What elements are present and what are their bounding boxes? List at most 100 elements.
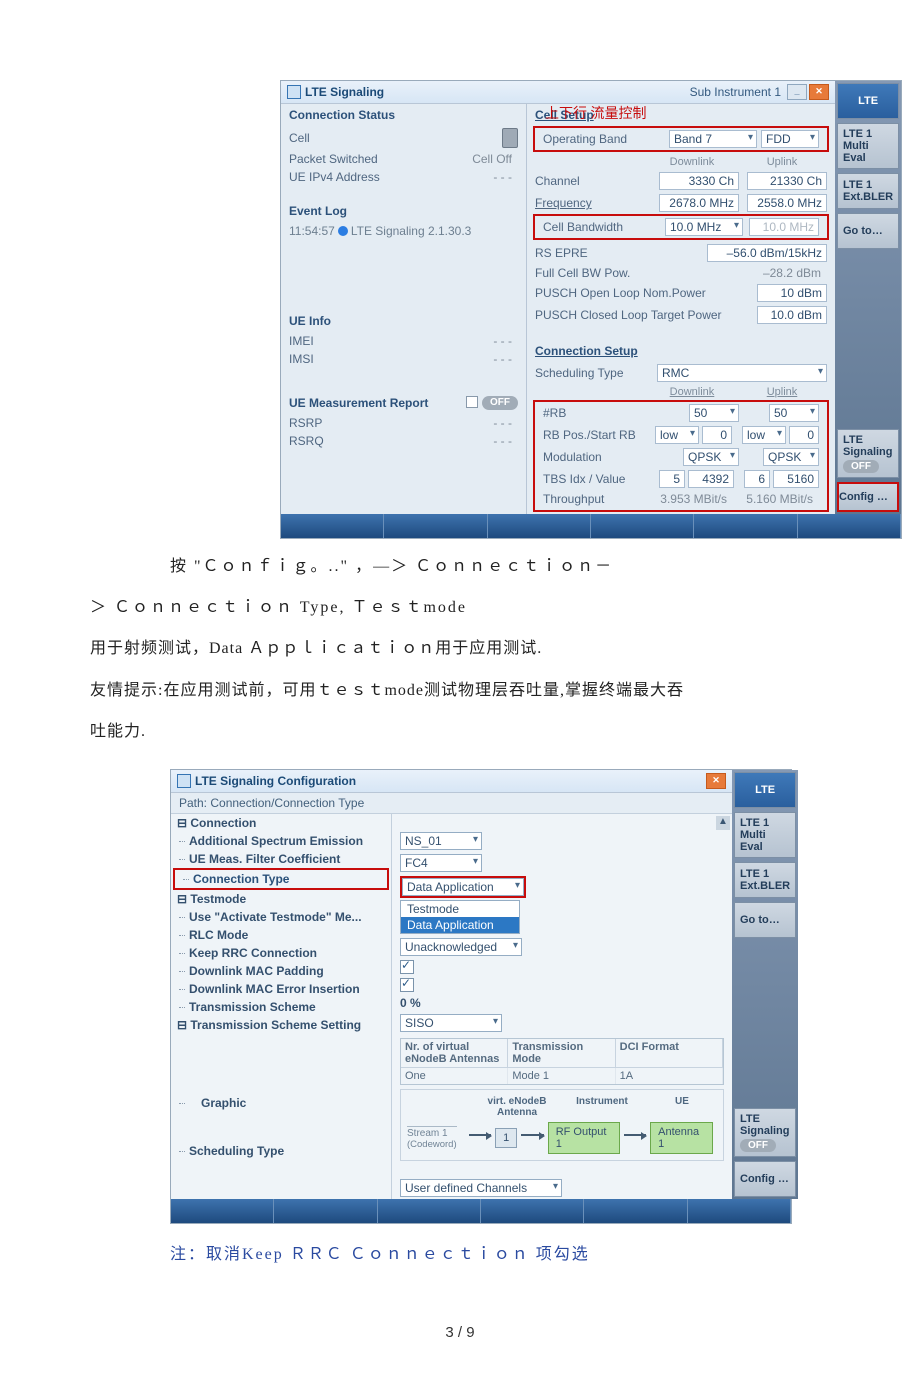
cfg-softkey-multi-eval[interactable]: LTE 1Multi Eval — [734, 812, 796, 858]
tp-ul: 5.160 MBit/s — [733, 492, 819, 506]
tree-testmode[interactable]: ⊟ Testmode — [171, 890, 391, 908]
frequency-label: Frequency — [535, 196, 659, 210]
tree-use-activate[interactable]: Use "Activate Testmode" Me... — [171, 908, 391, 926]
signaling-off-pill: OFF — [843, 460, 879, 473]
cfg-softkey-config-button[interactable]: Config … — [734, 1161, 796, 1197]
rbpos-dl-n: 0 — [702, 426, 732, 444]
dl-mac-padding-checkbox[interactable] — [400, 978, 414, 992]
tree-trans-scheme[interactable]: Transmission Scheme — [171, 998, 391, 1016]
highlight-operating-band: Operating Band Band 7 FDD — [533, 126, 829, 152]
th-dci: DCI Format — [616, 1039, 723, 1067]
config-tree[interactable]: ⊟ Connection Additional Spectrum Emissio… — [171, 814, 392, 1199]
trans-scheme-select[interactable]: SISO — [400, 1014, 502, 1032]
connection-type-dropdown-open[interactable]: Testmode Data Application — [400, 900, 520, 934]
pusch-ol-value[interactable]: 10 dBm — [757, 284, 827, 302]
uemf-select[interactable]: FC4 — [400, 854, 482, 872]
pusch-cl-value[interactable]: 10.0 dBm — [757, 306, 827, 324]
rlc-select[interactable]: Unacknowledged — [400, 938, 522, 956]
tree-connection[interactable]: ⊟ Connection — [171, 814, 391, 832]
rbpos-dl-select[interactable]: low — [655, 426, 699, 444]
tree-trans-scheme-setting[interactable]: ⊟ Transmission Scheme Setting — [171, 1016, 391, 1034]
tree-keep-rrc[interactable]: Keep RRC Connection — [171, 944, 391, 962]
option-testmode[interactable]: Testmode — [401, 901, 519, 917]
tbs-ul-idx[interactable]: 6 — [744, 470, 770, 488]
softkey-goto[interactable]: Go to… — [837, 213, 899, 249]
frequency-dl[interactable]: 2678.0 MHz — [659, 194, 739, 212]
annotation-flow-control: 上下行 流量控制 — [545, 103, 647, 123]
app-icon — [287, 85, 301, 99]
th-antennas: Nr. of virtual eNodeB Antennas — [401, 1039, 508, 1067]
instruction-line-3: 用于射频测试，Data Ａｐｐｌｉｃａｔｉｏｎ用于应用测试. — [90, 635, 830, 662]
rsrq-row: RSRQ- - - — [281, 432, 526, 450]
min-button[interactable]: _ — [787, 84, 807, 100]
tree-graphic[interactable]: Graphic — [171, 1094, 391, 1112]
tbs-dl-val: 4392 — [688, 470, 734, 488]
operating-band-select[interactable]: Band 7 — [669, 130, 757, 148]
cfg-softkey-signaling[interactable]: LTESignalingOFF — [734, 1108, 796, 1157]
ase-select[interactable]: NS_01 — [400, 832, 482, 850]
rsrp-label: RSRP — [289, 416, 493, 430]
rb-dl-select[interactable]: 50 — [689, 404, 739, 422]
softkey-config-button[interactable]: Config … — [837, 482, 899, 512]
mod-dl-select[interactable]: QPSK — [683, 448, 739, 466]
node-one: 1 — [495, 1128, 517, 1148]
cfg-titlebar: LTE Signaling Configuration ✕ — [171, 770, 732, 793]
tp-label: Throughput — [543, 492, 647, 506]
mod-label: Modulation — [543, 450, 683, 464]
close-button[interactable]: ✕ — [809, 84, 829, 100]
t-tss: Transmission Scheme Setting — [190, 1018, 361, 1032]
scheduling-type-cfg-select[interactable]: User defined Channels — [400, 1179, 562, 1197]
stream-label: Stream 1(Codeword) — [407, 1126, 457, 1150]
tree-connection-type[interactable]: Connection Type — [175, 870, 387, 888]
bottom-bar — [281, 514, 901, 538]
keep-rrc-checkbox[interactable] — [400, 960, 414, 974]
cfg-softkey-goto[interactable]: Go to… — [734, 902, 796, 938]
tree-dl-mac-padding[interactable]: Downlink MAC Padding — [171, 962, 391, 980]
device-icon — [502, 128, 518, 148]
packet-switched-row: Packet Switched Cell Off — [281, 150, 526, 168]
downlink-col-label: Downlink — [647, 156, 737, 168]
mod-ul-select[interactable]: QPSK — [763, 448, 819, 466]
option-data-application[interactable]: Data Application — [401, 917, 519, 933]
tree-uemf[interactable]: UE Meas. Filter Coefficient — [171, 850, 391, 868]
dl-mac-error-value[interactable]: 0 % — [400, 996, 421, 1010]
tree-dl-mac-error[interactable]: Downlink MAC Error Insertion — [171, 980, 391, 998]
rbpos-ul-select[interactable]: low — [742, 426, 786, 444]
channel-dl[interactable]: 3330 Ch — [659, 172, 739, 190]
scheduling-type-select[interactable]: RMC — [657, 364, 827, 382]
rsepre-value[interactable]: –56.0 dBm/15kHz — [707, 244, 827, 262]
log-text: LTE Signaling 2.1.30.3 — [351, 224, 472, 238]
scroll-up-icon[interactable]: ▲ — [716, 816, 730, 830]
uemr-off-pill[interactable]: OFF — [482, 396, 518, 410]
uplink-col-label: Uplink — [737, 156, 827, 168]
softkey-signaling[interactable]: LTESignalingOFF — [837, 429, 899, 478]
tree-scheduling-type[interactable]: Scheduling Type — [171, 1142, 391, 1160]
rsepre-label: RS EPRE — [535, 246, 707, 260]
softkey-ext-bler[interactable]: LTE 1Ext.BLER — [837, 173, 899, 209]
pusch-ol-label: PUSCH Open Loop Nom.Power — [535, 286, 757, 300]
rb-ul-select[interactable]: 50 — [769, 404, 819, 422]
tree-rlc-mode[interactable]: RLC Mode — [171, 926, 391, 944]
log-time: 11:54:57 — [289, 224, 335, 238]
bandwidth-ul: 10.0 MHz — [749, 218, 819, 236]
bandwidth-dl-select[interactable]: 10.0 MHz — [665, 218, 743, 236]
uemr-checkbox[interactable] — [466, 396, 478, 408]
ipv4-label: UE IPv4 Address — [289, 170, 493, 184]
softkey-multi-eval[interactable]: LTE 1Multi Eval — [837, 123, 899, 169]
cfg-close-button[interactable]: ✕ — [706, 773, 726, 789]
channel-ul[interactable]: 21330 Ch — [747, 172, 827, 190]
softkey-header-lte[interactable]: LTE — [837, 83, 899, 119]
tbs-dl-idx[interactable]: 5 — [659, 470, 685, 488]
cfg-softkey-ext-bler[interactable]: LTE 1Ext.BLER — [734, 862, 796, 898]
antenna-graphic: virt. eNodeB Antenna Instrument UE Strea… — [400, 1089, 724, 1161]
tbs-ul-val: 5160 — [773, 470, 819, 488]
duplex-select[interactable]: FDD — [761, 130, 819, 148]
tree-ase[interactable]: Additional Spectrum Emission — [171, 832, 391, 850]
imei-row: IMEI- - - — [281, 332, 526, 350]
imei-value: - - - — [493, 334, 518, 348]
c2b: Ext.BLER — [740, 880, 790, 892]
ipv4-value: - - - — [493, 170, 518, 184]
cfg-softkey-header[interactable]: LTE — [734, 772, 796, 808]
frequency-ul[interactable]: 2558.0 MHz — [747, 194, 827, 212]
connection-type-select[interactable]: Data Application — [402, 878, 524, 896]
